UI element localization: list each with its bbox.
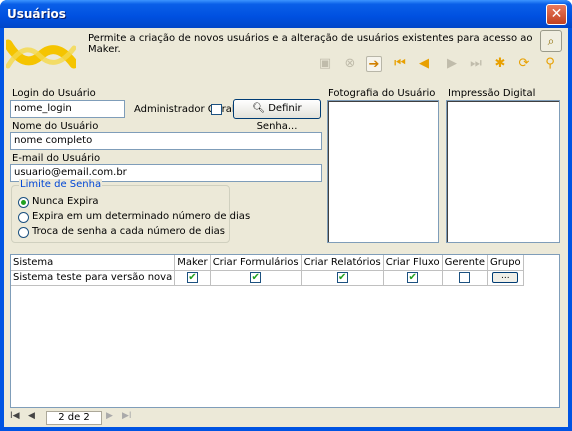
- help-button[interactable]: ⌕: [540, 30, 562, 52]
- cell-sistema[interactable]: Sistema teste para versão nova: [11, 270, 176, 286]
- define-password-button[interactable]: 🔍︎ Definir Senha...: [233, 99, 321, 132]
- email-label: E-mail do Usuário: [12, 153, 101, 164]
- fingerprint-label: Impressão Digital: [448, 88, 536, 99]
- col-criar-formularios[interactable]: Criar Formulários: [210, 255, 302, 271]
- refresh-icon[interactable]: ⟳: [516, 56, 532, 72]
- window-client-area: Permite a criação de novos usuários e a …: [4, 28, 568, 427]
- gerente-checkbox[interactable]: [459, 271, 471, 283]
- radio-label-never-expires: Nunca Expira: [32, 196, 99, 207]
- radio-label-expires-days: Expira em um determinado número de dias: [32, 211, 251, 222]
- header-description: Permite a criação de novos usuários e a …: [88, 33, 533, 55]
- password-limit-group: Limite de Senha Nunca Expira Expira em u…: [11, 179, 250, 243]
- title-bar: Usuários ✕: [0, 0, 572, 28]
- magnifier-icon: ⌕: [547, 34, 555, 48]
- login-label: Login do Usuário: [12, 88, 96, 99]
- col-sistema[interactable]: Sistema: [11, 255, 176, 271]
- next-icon[interactable]: ▶: [444, 56, 460, 72]
- key-icon: 🔍︎: [252, 103, 269, 114]
- nav-last-icon[interactable]: ▶I: [122, 411, 132, 421]
- col-criar-relatorios[interactable]: Criar Relatórios: [301, 255, 384, 271]
- nav-next-icon[interactable]: ▶: [106, 411, 113, 421]
- users-window: Usuários ✕ Permite a criação de novos us…: [0, 0, 572, 431]
- save-icon[interactable]: ▣: [317, 56, 333, 72]
- password-limit-title: Limite de Senha: [19, 179, 103, 190]
- table-row[interactable]: Sistema teste para versão nova ✔ ✔ ✔ ✔ .…: [11, 270, 524, 286]
- window-title: Usuários: [7, 7, 66, 21]
- login-field[interactable]: nome_login: [10, 100, 125, 118]
- fingerprint-box[interactable]: [446, 100, 560, 243]
- admin-checkbox[interactable]: [211, 104, 222, 115]
- table-header: Sistema Maker Criar Formulários Criar Re…: [11, 255, 524, 271]
- name-field[interactable]: nome completo: [10, 132, 322, 150]
- previous-icon[interactable]: ◀: [416, 56, 432, 72]
- nav-previous-icon[interactable]: ◀: [28, 411, 35, 421]
- radio-never-expires[interactable]: [18, 197, 29, 208]
- radio-label-change-every-days: Troca de senha a cada número de dias: [32, 226, 225, 237]
- radio-expires-days[interactable]: [18, 212, 29, 223]
- maker-checkbox[interactable]: ✔: [186, 271, 198, 283]
- record-navigator: I◀ ◀ 2 de 2 ▶ ▶I: [4, 409, 568, 427]
- col-criar-fluxo[interactable]: Criar Fluxo: [383, 255, 443, 271]
- new-icon[interactable]: ➔: [366, 56, 382, 72]
- criar-fluxo-checkbox[interactable]: ✔: [407, 271, 419, 283]
- header-panel: Permite a criação de novos usuários e a …: [4, 28, 568, 82]
- search-icon[interactable]: ⚲: [542, 56, 558, 72]
- criar-formularios-checkbox[interactable]: ✔: [250, 271, 262, 283]
- col-gerente[interactable]: Gerente: [442, 255, 489, 271]
- last-icon[interactable]: ⏭: [468, 56, 484, 72]
- page-indicator: 2 de 2: [46, 411, 102, 425]
- close-button[interactable]: ✕: [546, 4, 567, 25]
- col-grupo[interactable]: Grupo: [487, 255, 524, 271]
- systems-grid: Sistema Maker Criar Formulários Criar Re…: [10, 254, 560, 408]
- name-label: Nome do Usuário: [12, 121, 99, 132]
- cancel-icon[interactable]: ⊗: [342, 56, 358, 72]
- grupo-ellipsis-button[interactable]: ...: [492, 271, 519, 283]
- user-photo-box[interactable]: [327, 100, 439, 243]
- maker-logo: [6, 39, 76, 69]
- nav-first-icon[interactable]: I◀: [10, 411, 20, 421]
- criar-relatorios-checkbox[interactable]: ✔: [336, 271, 348, 283]
- col-maker[interactable]: Maker: [174, 255, 211, 271]
- radio-change-every-days[interactable]: [18, 227, 29, 238]
- systems-table: Sistema Maker Criar Formulários Criar Re…: [11, 255, 524, 286]
- first-icon[interactable]: ⏮: [392, 56, 408, 72]
- photo-label: Fotografia do Usuário: [328, 88, 436, 99]
- delete-icon[interactable]: ✱: [492, 56, 508, 72]
